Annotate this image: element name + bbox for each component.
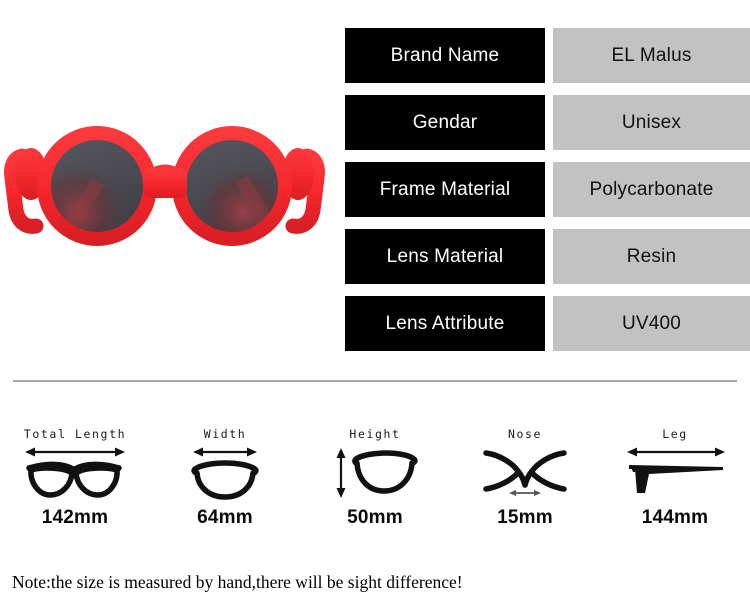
dimension-title: Total Length <box>23 427 127 441</box>
product-overview-section: Brand Name EL Malus Gendar Unisex Frame … <box>0 0 750 380</box>
single-lens-horizontal-arrow-icon <box>185 443 265 501</box>
temple-arm-icon <box>619 443 731 501</box>
measurement-note: Note:the size is measured by hand,there … <box>12 572 463 592</box>
table-row: Frame Material Polycarbonate <box>345 162 750 217</box>
cell-gap <box>545 162 553 217</box>
dimension-title: Height <box>349 427 401 441</box>
dimensions-section: Total Length 142mm Width 64mm Height 50m… <box>0 425 750 540</box>
single-lens-vertical-arrow-icon <box>332 443 418 501</box>
dimension-item-width: Width 64mm <box>150 425 300 540</box>
dimension-item-total-length: Total Length 142mm <box>0 425 150 540</box>
table-row: Brand Name EL Malus <box>345 28 750 83</box>
cell-gap <box>545 229 553 284</box>
spec-value: UV400 <box>553 296 750 351</box>
product-photo <box>0 100 330 280</box>
section-divider <box>13 380 737 382</box>
spec-value: Resin <box>553 229 750 284</box>
dimension-value: 15mm <box>497 507 553 528</box>
spec-label: Lens Material <box>345 229 545 284</box>
spec-label: Brand Name <box>345 28 545 83</box>
spec-label: Frame Material <box>345 162 545 217</box>
dimension-title: Nose <box>507 427 543 441</box>
dimension-value: 144mm <box>641 507 709 528</box>
table-row: Gendar Unisex <box>345 95 750 150</box>
full-frame-horizontal-arrow-icon <box>19 443 131 501</box>
cell-gap <box>545 95 553 150</box>
dimension-title: Width <box>203 427 247 441</box>
dimension-value: 50mm <box>347 507 403 528</box>
nose-bridge-icon <box>482 443 568 501</box>
spec-value: Polycarbonate <box>553 162 750 217</box>
spec-value: EL Malus <box>553 28 750 83</box>
dimension-item-leg: Leg 144mm <box>600 425 750 540</box>
table-row: Lens Material Resin <box>345 229 750 284</box>
spec-label: Lens Attribute <box>345 296 545 351</box>
cell-gap <box>545 296 553 351</box>
specification-table: Brand Name EL Malus Gendar Unisex Frame … <box>345 28 750 363</box>
dimension-value: 142mm <box>41 507 109 528</box>
dimension-item-nose: Nose 15mm <box>450 425 600 540</box>
dimension-value: 64mm <box>197 507 253 528</box>
cell-gap <box>545 28 553 83</box>
table-row: Lens Attribute UV400 <box>345 296 750 351</box>
dimension-item-height: Height 50mm <box>300 425 450 540</box>
dimension-title: Leg <box>662 427 688 441</box>
spec-value: Unisex <box>553 95 750 150</box>
spec-label: Gendar <box>345 95 545 150</box>
